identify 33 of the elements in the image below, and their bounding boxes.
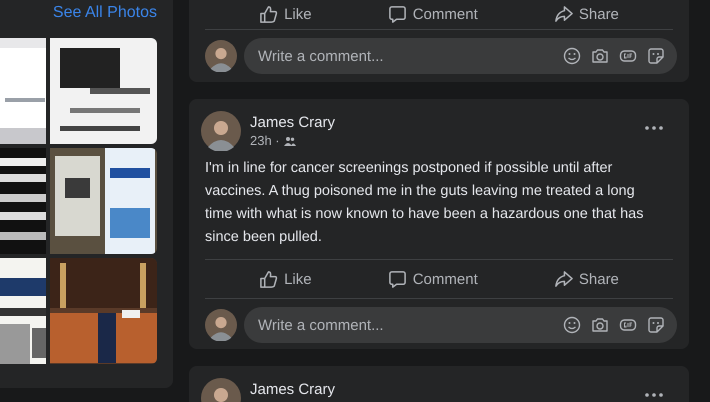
speech-bubble-icon bbox=[388, 4, 407, 24]
avatar[interactable] bbox=[205, 40, 237, 72]
avatar[interactable] bbox=[201, 111, 241, 151]
camera-icon[interactable] bbox=[591, 47, 609, 65]
post-time[interactable]: 23h · bbox=[250, 132, 280, 149]
more-options-icon[interactable] bbox=[645, 126, 663, 130]
share-button[interactable]: Share bbox=[546, 0, 627, 28]
comment-bar[interactable]: Write a comment... bbox=[244, 307, 677, 343]
emoji-icon[interactable] bbox=[563, 47, 581, 65]
see-all-photos-link[interactable]: See All Photos bbox=[52, 3, 157, 38]
emoji-icon[interactable] bbox=[563, 316, 581, 334]
author-name[interactable]: James Crary bbox=[250, 380, 636, 399]
friends-icon bbox=[284, 136, 296, 146]
thumbs-up-icon bbox=[259, 270, 278, 288]
comment-bar[interactable]: Write a comment... bbox=[244, 38, 677, 74]
comment-button[interactable]: Comment bbox=[380, 0, 486, 28]
share-arrow-icon bbox=[554, 270, 573, 288]
thumbs-up-icon bbox=[259, 4, 278, 24]
like-button[interactable]: Like bbox=[251, 0, 320, 28]
author-name[interactable]: James Crary bbox=[250, 113, 636, 132]
sticker-icon[interactable] bbox=[647, 316, 665, 334]
camera-icon[interactable] bbox=[591, 316, 609, 334]
speech-bubble-icon bbox=[388, 270, 407, 288]
post-text: I'm in line for cancer screenings postponed if possible until after vaccines. A thug poisoned me in the guts leaving me treated a long time with what is now known to have been a hazardous one that has since been pulled. bbox=[205, 159, 644, 247]
comment-field[interactable]: Write a comment... bbox=[256, 316, 553, 334]
comment-field[interactable]: Write a comment... bbox=[256, 46, 553, 66]
like-button[interactable]: Like bbox=[251, 266, 320, 292]
sticker-icon[interactable] bbox=[647, 47, 665, 65]
avatar[interactable] bbox=[205, 309, 237, 341]
share-button[interactable]: Share bbox=[546, 266, 627, 292]
more-options-icon[interactable] bbox=[645, 393, 663, 397]
share-arrow-icon bbox=[554, 4, 573, 24]
comment-button[interactable]: Comment bbox=[380, 266, 486, 292]
